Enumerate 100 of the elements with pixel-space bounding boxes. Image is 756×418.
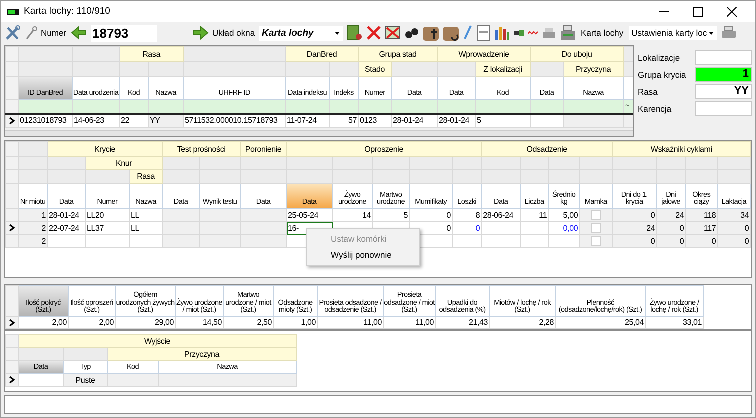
printer-icon[interactable] — [721, 26, 738, 40]
maximize-icon[interactable] — [693, 6, 703, 16]
table-cell: 2,00 — [68, 316, 116, 328]
table-cell: 34 — [718, 208, 751, 222]
header-cell — [718, 156, 751, 170]
header-cell — [482, 170, 521, 184]
table-cell: 2,50 — [224, 316, 274, 328]
table-cell: LL37 — [86, 222, 130, 234]
table-cell: 24 — [612, 222, 657, 234]
filter-cell[interactable] — [392, 100, 438, 114]
delete-icon[interactable] — [367, 26, 382, 40]
plug-icon[interactable] — [514, 29, 524, 37]
header-cell — [18, 62, 72, 76]
column-group-header: Odsadzenie — [482, 142, 613, 156]
filter-cell[interactable] — [148, 100, 184, 114]
tools-icon[interactable] — [5, 25, 21, 41]
column-group-header: Krycie — [48, 142, 163, 156]
header-cell — [64, 348, 108, 360]
input-field[interactable] — [695, 101, 752, 116]
input-field[interactable]: 1 — [695, 67, 752, 82]
left-arrow-icon[interactable] — [70, 26, 87, 40]
header-cell — [148, 62, 184, 76]
header-cell — [372, 156, 410, 170]
current-row-icon — [9, 224, 15, 232]
filter-cell[interactable] — [438, 100, 476, 114]
field-label: Karencja — [638, 104, 673, 114]
column-group-header: Poronienie — [240, 142, 287, 156]
input-field[interactable] — [695, 50, 752, 65]
header-cell — [120, 62, 148, 76]
table-cell: 25-05-24 — [286, 208, 333, 222]
input-field[interactable]: YY — [695, 84, 752, 99]
header-cell — [48, 156, 86, 170]
header-cell — [612, 170, 657, 184]
filter-cell[interactable] — [184, 100, 286, 114]
row-header — [6, 142, 18, 156]
document-icon[interactable] — [477, 25, 490, 41]
column-group-header: Przyczyna — [564, 62, 624, 76]
caret-icon — [335, 32, 340, 34]
bar-chart-icon[interactable] — [494, 25, 510, 41]
row-header — [6, 156, 18, 170]
header-cell — [72, 62, 120, 76]
column-group-header: Przyczyna — [108, 348, 297, 360]
row-header[interactable] — [6, 114, 18, 128]
table-cell: LL20 — [86, 208, 130, 222]
header-cell — [332, 170, 373, 184]
table-cell: 29,00 — [116, 316, 176, 328]
grid-delete-icon[interactable] — [385, 26, 402, 40]
table-cell: 28-01-24 — [392, 114, 438, 128]
header-cell — [452, 170, 482, 184]
table-cell: 0123 — [358, 114, 392, 128]
header-cell — [18, 142, 48, 156]
filter-cell[interactable] — [72, 100, 120, 114]
table-cell: 28-06-24 — [482, 208, 521, 222]
header-cell — [392, 62, 438, 76]
close-icon[interactable] — [727, 6, 737, 16]
checkbox[interactable] — [591, 210, 602, 220]
wrench-icon[interactable] — [25, 26, 37, 40]
checkbox[interactable] — [591, 223, 602, 234]
table-cell: 1,00 — [274, 316, 318, 328]
filter-cell[interactable] — [120, 100, 148, 114]
filter-cell[interactable] — [358, 100, 392, 114]
wave-icon[interactable] — [528, 30, 538, 36]
header-cell — [410, 156, 453, 170]
column-group-header: Rasa — [120, 46, 184, 62]
header-cell — [162, 170, 200, 184]
column-group-header: Wskaźniki cyklami — [612, 142, 751, 156]
checkbox[interactable] — [591, 236, 602, 246]
table-cell: 14 — [332, 208, 373, 222]
field-label: Grupa krycia — [638, 70, 688, 80]
menu-item[interactable]: Wyślij ponownie — [307, 247, 419, 263]
filter-cell[interactable] — [476, 100, 531, 114]
filter-cell[interactable] — [330, 100, 359, 114]
header-cell — [718, 170, 751, 184]
row-header — [6, 348, 18, 360]
header-cell — [520, 170, 549, 184]
table-cell: 33,01 — [646, 316, 704, 328]
table-cell: 0 — [718, 234, 751, 248]
filter-cell[interactable] — [530, 100, 564, 114]
filter-cell[interactable] — [564, 100, 624, 114]
header-cell — [18, 348, 64, 360]
table-cell: YY — [148, 114, 184, 128]
horizontal-scrollbar[interactable] — [5, 130, 633, 136]
header-cell — [18, 170, 48, 184]
number-field[interactable]: 18793 — [90, 24, 157, 42]
binoculars-icon[interactable] — [405, 27, 420, 39]
filter-cell[interactable] — [286, 100, 330, 114]
layout-dropdown[interactable]: Karta lochy — [259, 26, 344, 40]
column-group-header: Do uboju — [530, 46, 624, 62]
caret-icon — [709, 32, 714, 34]
card-button[interactable]: Karta lochy — [580, 26, 625, 40]
header-cell — [286, 170, 333, 184]
settings-dropdown[interactable]: Ustawienia karty loc — [628, 26, 718, 40]
table-cell: 21,43 — [436, 316, 490, 328]
filter-cell[interactable] — [18, 100, 72, 114]
column-group-header: Stado — [358, 62, 392, 76]
number-label: Numer — [41, 28, 67, 38]
right-arrow-icon[interactable] — [192, 26, 209, 40]
field-label: Lokalizacje — [638, 52, 682, 62]
row-header — [6, 360, 18, 374]
header-cell — [580, 170, 613, 184]
